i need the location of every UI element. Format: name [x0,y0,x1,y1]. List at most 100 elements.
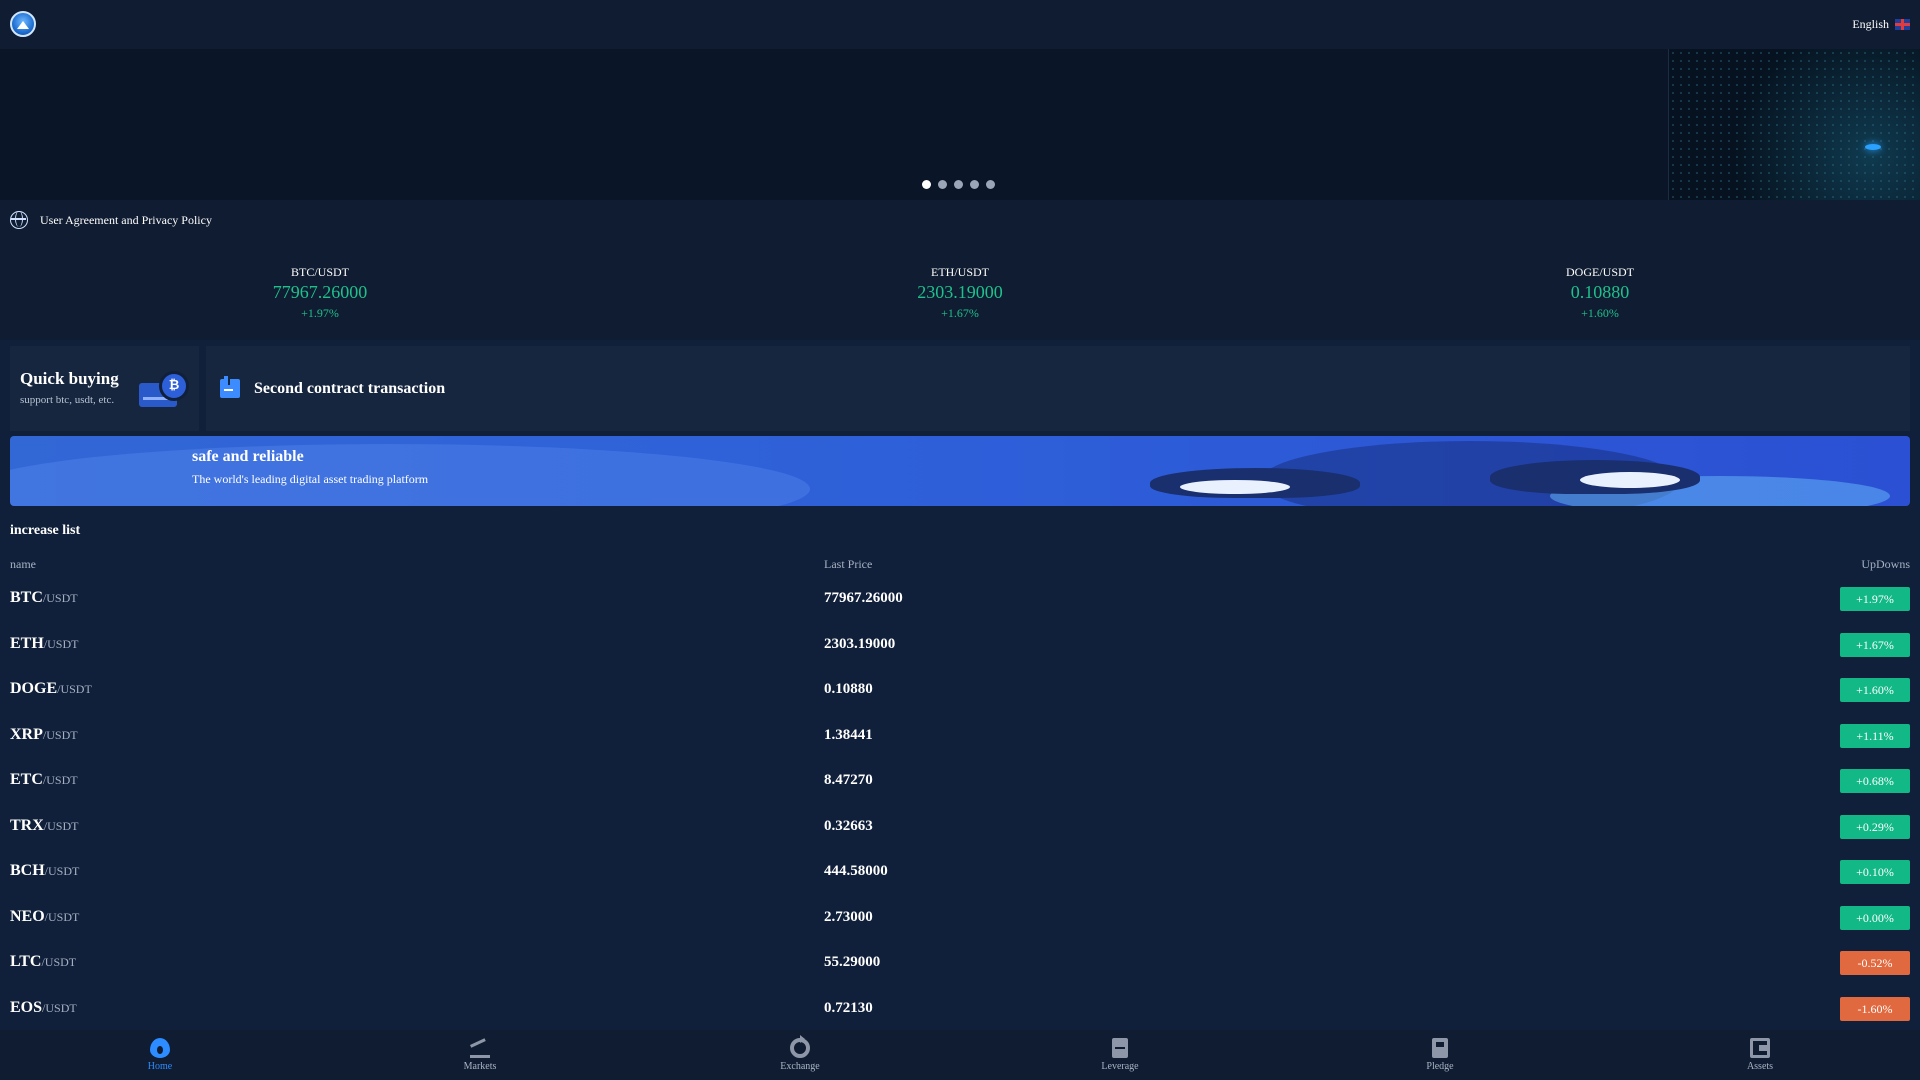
carousel-dot-1[interactable] [922,180,931,189]
table-row[interactable]: XRP/USDT 1.38441 +1.11% [10,717,1910,763]
carousel-dot-5[interactable] [986,180,995,189]
wallet-bitcoin-icon: ₿ [139,371,189,411]
change-badge: +0.00% [1840,905,1910,930]
nav-markets[interactable]: Markets [320,1030,640,1080]
notice-bar[interactable]: User Agreement and Privacy Policy [0,200,1920,240]
table-row[interactable]: BTC/USDT 77967.26000 +1.97% [10,580,1910,626]
banner-artwork [1668,49,1920,200]
coin-name: ETC/USDT [10,771,78,788]
promo-banner[interactable]: safe and reliable The world's leading di… [10,436,1910,506]
change-badge: +0.68% [1840,769,1910,793]
nav-label: Assets [1746,1061,1774,1072]
ticker-strip: BTC/USDT 77967.26000 +1.97% ETH/USDT 230… [0,240,1920,340]
increase-list-title: increase list [10,523,81,538]
logo-icon[interactable] [10,11,36,37]
ticker-pair: DOGE/USDT [1566,265,1634,279]
ticker-price: 2303.19000 [917,282,1003,302]
nav-label: Home [147,1061,173,1072]
coin-name: LTC/USDT [10,953,77,970]
home-flame-icon [150,1038,170,1058]
coin-name: DOGE/USDT [10,680,92,697]
header-updowns: UpDowns [1861,557,1910,571]
carousel-dot-3[interactable] [954,180,963,189]
contract-doc-icon [220,376,240,398]
last-price: 8.47270 [824,772,873,788]
change-badge: +1.97% [1840,587,1910,611]
table-row[interactable]: LTC/USDT 55.29000 -0.52% [10,944,1910,990]
second-contract-title: Second contract transaction [254,379,446,397]
globe-icon [10,211,28,229]
ticker-price: 0.10880 [1570,282,1630,302]
ticker-change: +1.60% [1581,306,1619,320]
coin-name: ETH/USDT [10,634,79,652]
coin-name: XRP/USDT [10,725,78,743]
header-name: name [10,557,36,571]
nav-label: Pledge [1426,1061,1454,1072]
nav-label: Exchange [780,1061,820,1072]
markets-chart-icon [470,1038,490,1058]
coin-name: EOS/USDT [10,998,77,1016]
change-badge: +1.11% [1840,723,1910,748]
hero-banner[interactable] [0,49,1920,200]
ticker-btc[interactable]: BTC/USDT 77967.26000 +1.97% [200,265,440,321]
table-row[interactable]: DOGE/USDT 0.10880 +1.60% [10,671,1910,717]
carousel-dots [922,180,995,189]
nav-home[interactable]: Home [0,1030,320,1080]
last-price: 0.32663 [824,817,873,834]
leverage-doc-icon [1112,1038,1128,1058]
ticker-eth[interactable]: ETH/USDT 2303.19000 +1.67% [840,265,1080,321]
carousel-dot-2[interactable] [938,180,947,189]
table-row[interactable]: ETH/USDT 2303.19000 +1.67% [10,626,1910,672]
coin-name: BTC/USDT [10,589,78,606]
table-row[interactable]: NEO/USDT 2.73000 +0.00% [10,899,1910,945]
nav-leverage[interactable]: Leverage [960,1030,1280,1080]
last-price: 2.73000 [824,908,873,925]
orca-illustration [1490,460,1700,494]
table-row[interactable]: EOS/USDT 0.72130 -1.60% [10,990,1910,1036]
nav-assets[interactable]: Assets [1600,1030,1920,1080]
quick-buying-subtitle: support btc, usdt, etc. [20,394,115,406]
change-badge: -0.52% [1840,951,1910,975]
table-row[interactable]: TRX/USDT 0.32663 +0.29% [10,808,1910,854]
change-badge: +1.67% [1840,632,1910,657]
nav-pledge[interactable]: Pledge [1280,1030,1600,1080]
language-label: English [1852,17,1889,31]
last-price: 0.10880 [824,681,873,697]
bottom-nav: Home Markets Exchange Leverage Pledge As… [0,1030,1920,1080]
ticker-change: +1.67% [941,306,979,320]
change-badge: +0.10% [1840,860,1910,884]
change-badge: +0.29% [1840,814,1910,839]
header-last-price: Last Price [824,557,873,571]
coin-name: TRX/USDT [10,816,79,834]
change-badge: +1.60% [1840,678,1910,702]
last-price: 55.29000 [824,954,881,970]
second-contract-card[interactable]: Second contract transaction [206,346,1910,431]
carousel-dot-4[interactable] [970,180,979,189]
last-price: 2303.19000 [824,635,896,652]
coin-name: BCH/USDT [10,862,80,879]
quick-buying-title: Quick buying [20,369,119,388]
ticker-pair: BTC/USDT [290,265,349,279]
shortcut-cards: Quick buying support btc, usdt, etc. ₿ S… [0,340,1920,440]
table-row[interactable]: BCH/USDT 444.58000 +0.10% [10,853,1910,899]
ticker-doge[interactable]: DOGE/USDT 0.10880 +1.60% [1480,265,1720,321]
change-badge: -1.60% [1840,996,1910,1021]
nav-exchange[interactable]: Exchange [640,1030,960,1080]
last-price: 1.38441 [824,726,873,743]
last-price: 444.58000 [824,863,888,879]
notice-text[interactable]: User Agreement and Privacy Policy [40,213,212,228]
pledge-doc-icon [1432,1038,1448,1058]
ticker-pair: ETH/USDT [931,265,989,279]
increase-list: BTC/USDT 77967.26000 +1.97% ETH/USDT 230… [10,580,1910,1035]
language-selector[interactable]: English [1852,17,1910,32]
nav-label: Markets [463,1061,497,1072]
orca-illustration [1150,468,1360,498]
quick-buying-card[interactable]: Quick buying support btc, usdt, etc. ₿ [10,346,199,431]
ticker-price: 77967.26000 [272,282,368,302]
promo-title: safe and reliable [192,448,304,465]
uk-flag-icon [1895,19,1910,30]
table-row[interactable]: ETC/USDT 8.47270 +0.68% [10,762,1910,808]
exchange-refresh-icon [790,1035,810,1058]
last-price: 77967.26000 [824,590,903,606]
top-bar: English [0,0,1920,49]
